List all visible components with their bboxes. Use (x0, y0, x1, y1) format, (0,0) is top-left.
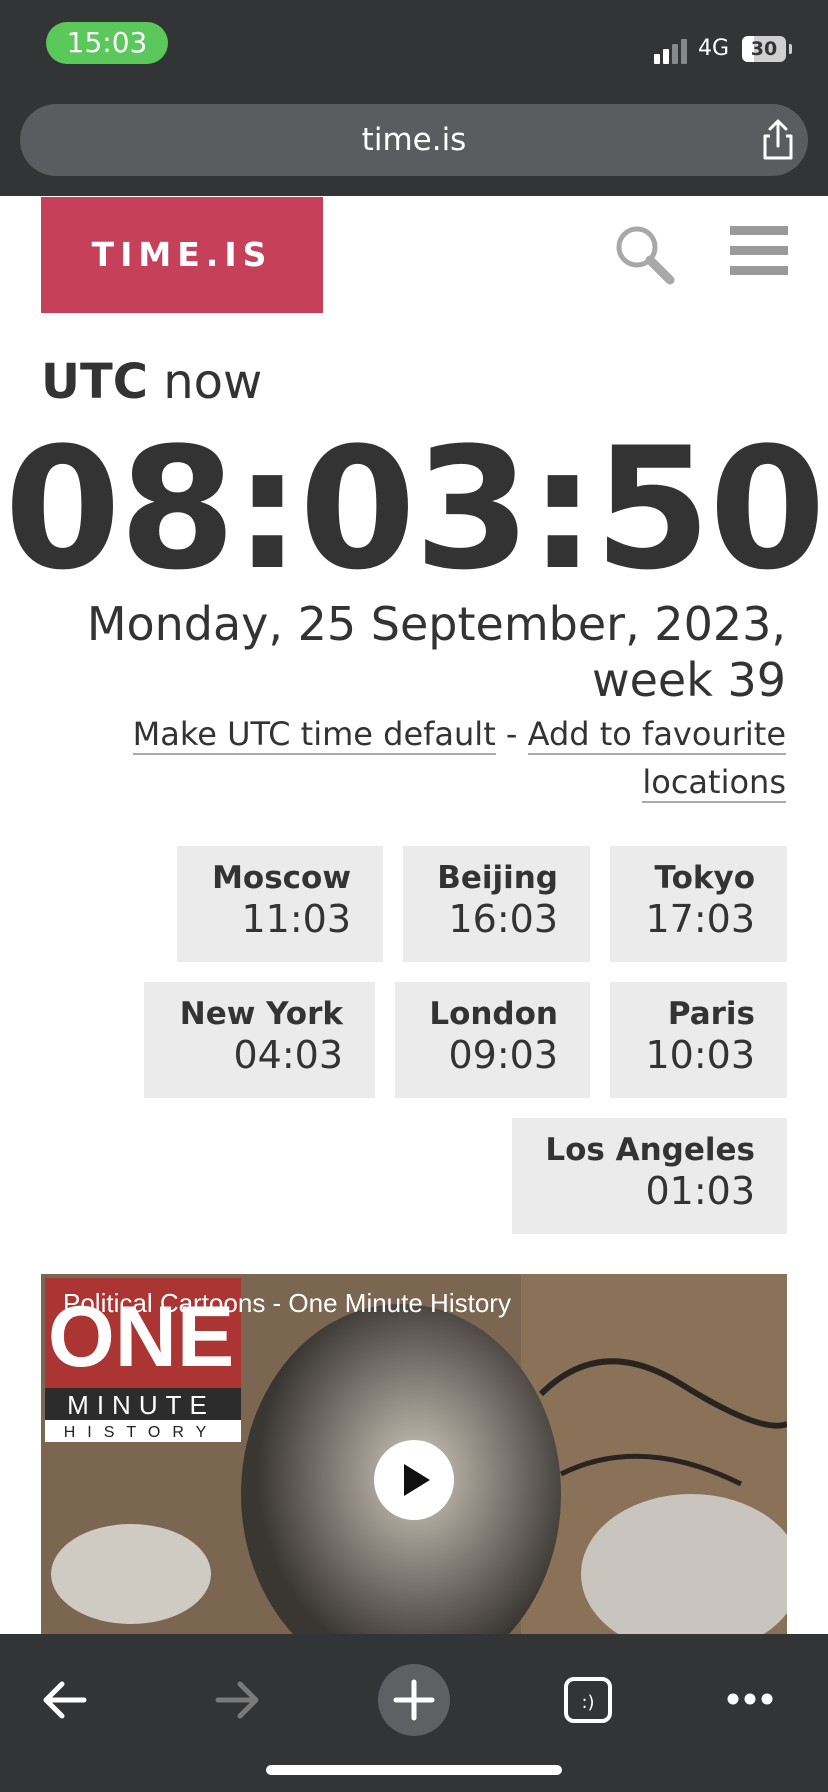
web-page: TIME.IS UTC now 08:03:50 Monday, 25 Sept… (0, 196, 828, 1634)
site-logo[interactable]: TIME.IS (41, 197, 323, 313)
action-links: Make UTC time default - Add to favourite… (132, 715, 786, 803)
browser-chrome-top: 15:03 4G 30 time.is (0, 0, 828, 196)
city-tile-los-angeles[interactable]: Los Angeles 01:03 (512, 1118, 787, 1234)
video-player[interactable]: ONE MINUTE HISTORY Political Cartoons - … (41, 1274, 787, 1634)
back-icon[interactable] (40, 1678, 88, 1722)
tabs-icon[interactable]: :) (563, 1676, 613, 1724)
play-icon[interactable] (374, 1440, 454, 1520)
more-icon[interactable] (726, 1692, 774, 1706)
url-text[interactable]: time.is (20, 104, 808, 176)
city-tile-moscow[interactable]: Moscow 11:03 (177, 846, 383, 962)
make-default-link[interactable]: Make UTC time default (132, 715, 496, 755)
add-favourite-link-cont[interactable]: locations (642, 763, 786, 803)
current-date: Monday, 25 September, 2023, week 39 (86, 597, 786, 707)
main-clock: 08:03:50 (4, 411, 826, 607)
city-tile-beijing[interactable]: Beijing 16:03 (403, 846, 590, 962)
address-bar[interactable]: time.is (20, 104, 808, 176)
add-favourite-link[interactable]: Add to favourite (527, 715, 786, 755)
city-tile-paris[interactable]: Paris 10:03 (610, 982, 787, 1098)
video-title[interactable]: Political Cartoons - One Minute History (63, 1288, 511, 1319)
timezone-label: UTC (41, 354, 148, 410)
page-heading: UTC now (41, 354, 263, 410)
svg-text::): :) (581, 1692, 594, 1713)
menu-icon[interactable] (730, 226, 788, 276)
search-icon[interactable] (612, 222, 676, 286)
share-icon[interactable] (756, 118, 800, 162)
forward-icon[interactable] (214, 1678, 262, 1722)
battery-icon: 30 (742, 36, 786, 62)
status-time: 15:03 (46, 22, 168, 64)
home-indicator[interactable] (266, 1765, 562, 1775)
city-tile-new-york[interactable]: New York 04:03 (144, 982, 375, 1098)
new-tab-icon[interactable] (378, 1664, 450, 1736)
city-tile-london[interactable]: London 09:03 (395, 982, 590, 1098)
video-logo-minute: MINUTE (67, 1390, 215, 1420)
network-type: 4G (698, 36, 730, 61)
signal-icon (654, 38, 690, 64)
city-tile-tokyo[interactable]: Tokyo 17:03 (610, 846, 787, 962)
video-logo-history: HISTORY (64, 1424, 219, 1441)
